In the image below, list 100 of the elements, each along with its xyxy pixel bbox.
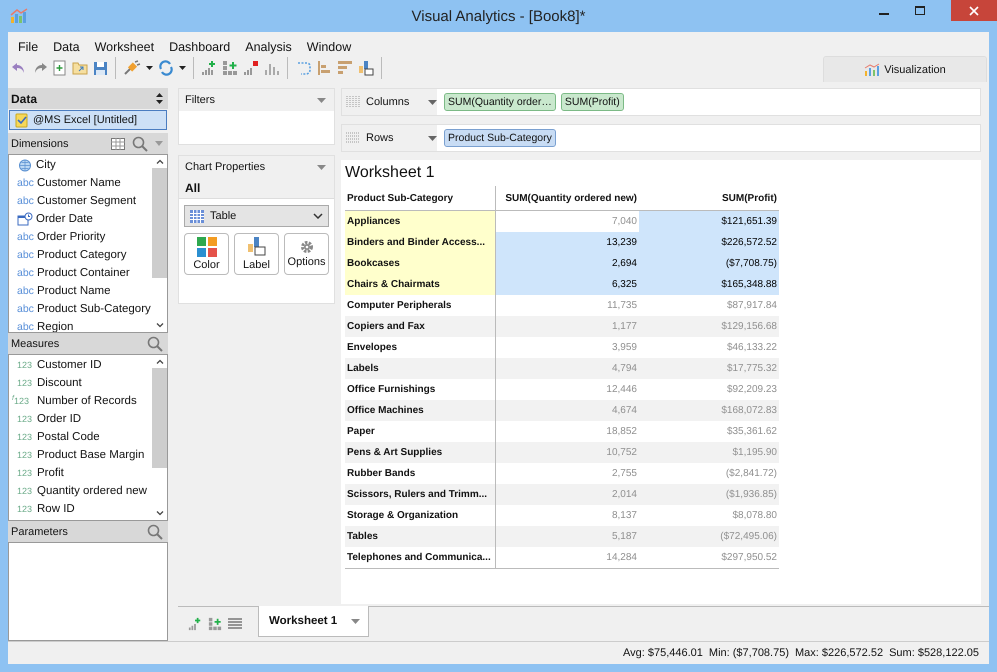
menu-item[interactable]: Analysis: [245, 40, 292, 54]
caret-icon[interactable]: [179, 66, 186, 70]
table-cell[interactable]: $165,348.88: [639, 274, 779, 295]
scroll-down-icon[interactable]: [156, 323, 164, 328]
field-label: Customer ID: [37, 359, 102, 371]
number-type-icon: 123: [17, 376, 34, 390]
field-label: Quantity ordered new: [37, 485, 147, 497]
field-item[interactable]: abc Product Category: [9, 246, 152, 264]
plug-icon[interactable]: [123, 60, 141, 76]
field-item[interactable]: abc Customer Name: [9, 174, 152, 192]
sort-bars-icon[interactable]: [337, 60, 353, 76]
save-icon[interactable]: [93, 60, 108, 76]
add-dashboard-icon[interactable]: [208, 617, 222, 631]
table-cell[interactable]: 13,239: [496, 232, 639, 253]
status-text: Avg: $75,446.01: [622, 647, 703, 659]
add-chart-icon[interactable]: [201, 60, 217, 76]
row-header-cell[interactable]: Copiers and Fax: [345, 316, 496, 337]
row-header-cell[interactable]: Chairs & Chairmats: [345, 274, 496, 295]
add-dashboard-icon[interactable]: [222, 60, 238, 76]
field-label: Number of Records: [37, 395, 137, 407]
menu-item[interactable]: Window: [306, 40, 352, 54]
field-item[interactable]: City: [9, 156, 152, 174]
add-chart-icon[interactable]: [188, 617, 202, 631]
string-type-icon: abc: [17, 302, 34, 316]
chart-logo-icon: [10, 8, 28, 24]
row-header-cell[interactable]: Office Machines: [345, 400, 496, 421]
delete-chart-icon[interactable]: [243, 60, 259, 76]
table-icon[interactable]: [111, 138, 125, 150]
field-pill[interactable]: Product Sub-Category: [444, 129, 556, 147]
string-type-icon: abc: [17, 176, 34, 190]
refresh-dashed-icon[interactable]: [295, 60, 311, 76]
new-file-icon[interactable]: [53, 60, 67, 76]
field-item[interactable]: abc Customer Segment: [9, 192, 152, 210]
field-item[interactable]: Order Date: [9, 210, 152, 228]
sort-bars-icon[interactable]: [316, 60, 332, 76]
sheet-tab[interactable]: Worksheet 1: [258, 606, 370, 637]
field-item[interactable]: 123 Customer ID: [9, 356, 152, 374]
table-cell[interactable]: 6,325: [496, 274, 639, 295]
checklist-icon: [15, 112, 28, 128]
field-item[interactable]: 123 Discount: [9, 374, 152, 392]
search-icon[interactable]: [147, 336, 163, 352]
field-item[interactable]: abc Product Container: [9, 264, 152, 282]
row-header-cell[interactable]: Scissors, Rulers and Trimm...: [345, 484, 496, 505]
field-item[interactable]: 123 Quantity ordered new: [9, 482, 152, 500]
visualization-tab[interactable]: Visualization: [823, 56, 987, 82]
field-item[interactable]: 123 Row ID: [9, 500, 152, 518]
field-item[interactable]: 123 Product Base Margin: [9, 446, 152, 464]
menu-item[interactable]: File: [18, 40, 38, 54]
menu-item[interactable]: Dashboard: [169, 40, 230, 54]
field-pill[interactable]: SUM(Quantity order…: [444, 93, 556, 111]
label-chart-icon[interactable]: [358, 60, 374, 76]
field-item[interactable]: abc Product Sub-Category: [9, 300, 152, 318]
status-text: Max: $226,572.52: [795, 647, 884, 659]
field-item[interactable]: 123 Order ID: [9, 410, 152, 428]
scroll-up-icon[interactable]: [156, 159, 164, 164]
row-header-cell[interactable]: Bookcases: [345, 253, 496, 274]
window-title: Visual Analytics - [Book8]*: [412, 8, 586, 24]
property-button[interactable]: Color: [184, 233, 229, 275]
field-label: Order ID: [37, 413, 82, 425]
field-item[interactable]: 123 Profit: [9, 464, 152, 482]
search-icon[interactable]: [147, 524, 163, 540]
row-header-cell[interactable]: Appliances: [345, 210, 496, 232]
list-icon[interactable]: [228, 618, 242, 630]
string-type-icon: abc: [17, 266, 34, 280]
close-button[interactable]: [951, 0, 997, 21]
property-button[interactable]: Options: [284, 233, 329, 275]
sort-arrows-icon[interactable]: [156, 93, 163, 104]
row-header-cell[interactable]: Binders and Binder Access...: [345, 232, 496, 253]
search-icon[interactable]: [132, 136, 148, 152]
field-pill[interactable]: SUM(Profit): [560, 93, 624, 111]
maximize-icon[interactable]: [915, 6, 925, 16]
menu-item[interactable]: Data: [53, 40, 80, 54]
scroll-down-icon[interactable]: [156, 511, 164, 516]
row-header-cell[interactable]: Pens & Art Supplies: [345, 442, 496, 463]
property-button[interactable]: Label: [234, 233, 279, 275]
refresh-icon[interactable]: [158, 60, 174, 76]
data-source-item[interactable]: @MS Excel [Untitled]: [9, 110, 167, 130]
calendar-clock-icon: [17, 212, 33, 226]
table-cell[interactable]: ($7,708.75): [639, 253, 779, 274]
scroll-up-icon[interactable]: [156, 359, 164, 364]
table-cell[interactable]: $226,572.52: [639, 232, 779, 253]
field-item[interactable]: abc Order Priority: [9, 228, 152, 246]
rows-icon: [346, 132, 360, 144]
table-icon: [190, 210, 204, 222]
color-squares-icon: [196, 237, 216, 257]
table-cell[interactable]: 2,694: [496, 253, 639, 274]
caret-icon[interactable]: [146, 66, 153, 70]
field-item[interactable]: abc Product Name: [9, 282, 152, 300]
close-icon[interactable]: [969, 6, 979, 16]
field-item[interactable]: $^{f}$123 Number of Records: [9, 392, 152, 410]
field-item[interactable]: 123 Postal Code: [9, 428, 152, 446]
row-header-cell[interactable]: Telephones and Communica...: [345, 547, 496, 568]
menu-item[interactable]: Worksheet: [94, 40, 154, 54]
folder-icon[interactable]: [72, 61, 88, 75]
table-cell[interactable]: $121,651.39: [639, 210, 779, 232]
column-header[interactable]: SUM(Quantity ordered new): [496, 186, 639, 210]
gear-icon: [300, 240, 314, 254]
chart-type-dropdown[interactable]: Table: [184, 205, 329, 227]
row-header-cell[interactable]: Labels: [345, 358, 496, 379]
row-header-cell[interactable]: Tables: [345, 526, 496, 547]
